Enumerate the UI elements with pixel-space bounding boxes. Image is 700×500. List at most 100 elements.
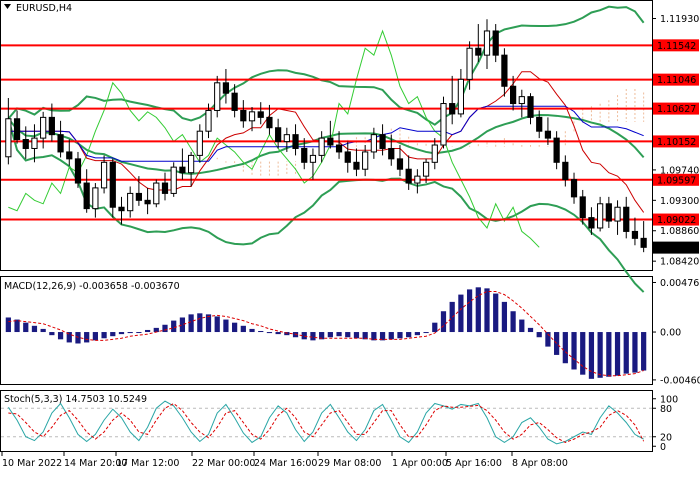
macd-bar	[240, 325, 246, 333]
candle-body	[414, 175, 421, 184]
candle-body	[449, 103, 456, 115]
candle-body	[631, 230, 639, 239]
candle-body	[457, 78, 465, 115]
x-tick-label: 8 Apr 08:00	[512, 458, 568, 469]
candle-body	[518, 96, 525, 105]
macd-bar	[327, 332, 333, 338]
macd-bar	[519, 319, 525, 333]
x-tick-label: 10 Mar 2022	[2, 458, 62, 469]
candle-body	[344, 151, 351, 163]
candle-body	[179, 166, 186, 174]
macd-bar	[475, 287, 481, 333]
macd-bar	[606, 332, 612, 377]
candle-body	[57, 134, 64, 153]
level-label: 1.09022	[657, 215, 696, 226]
macd-bar	[353, 332, 360, 339]
candle-body	[135, 192, 143, 201]
macd-bar	[101, 332, 107, 339]
candle-body	[422, 161, 430, 177]
macd-bar	[623, 332, 629, 374]
candle-body	[5, 118, 12, 158]
x-tick-label: 29 Mar 08:00	[318, 458, 381, 469]
candle-body	[301, 147, 308, 163]
candle-body	[509, 85, 517, 105]
candle-body	[187, 154, 195, 174]
candle-body	[579, 196, 586, 219]
macd-bar	[554, 332, 560, 355]
level-label: 1.10627	[657, 104, 696, 115]
level-label: 1.09597	[657, 175, 696, 186]
candle-body	[231, 92, 238, 111]
level-label: 1.11542	[657, 41, 696, 52]
macd-bar	[414, 332, 420, 336]
candle-body	[196, 130, 203, 156]
candle-body	[570, 179, 578, 198]
x-tick-label: 22 Mar 00:00	[192, 458, 255, 469]
stoch-title: Stoch(5,3,3) 14.7503 10.5249	[4, 394, 147, 405]
macd-bar	[423, 332, 429, 334]
macd-bar	[484, 288, 490, 333]
macd-bar	[258, 331, 264, 333]
macd-bar	[571, 332, 577, 370]
macd-bar	[23, 322, 29, 333]
candle-body	[161, 182, 169, 194]
macd-bar	[432, 322, 438, 333]
macd-tick-label: -0.004601	[660, 375, 700, 386]
macd-bar	[31, 325, 38, 333]
macd-title: MACD(12,26,9) -0.003658 -0.003670	[4, 281, 180, 292]
candle-body	[492, 30, 499, 56]
candle-body	[597, 203, 604, 229]
x-tick-label: 1 Apr 00:00	[392, 458, 448, 469]
candle-body	[66, 151, 73, 160]
macd-bar	[49, 332, 55, 336]
macd-bar	[5, 317, 11, 333]
candle-body	[544, 130, 552, 139]
macd-bar	[197, 313, 203, 333]
macd-bar	[641, 332, 647, 371]
macd-bar	[57, 332, 64, 340]
price-tick-label: 1.08860	[660, 226, 699, 237]
candle-body	[283, 134, 290, 143]
macd-bar	[84, 332, 90, 343]
macd-tick-label: 0.004765	[660, 278, 700, 289]
candle-body	[83, 182, 90, 210]
price-tick-label: 1.11930	[660, 14, 699, 25]
candle-body	[266, 116, 273, 129]
macd-bar	[536, 332, 542, 338]
candle-body	[475, 47, 482, 56]
macd-bar	[153, 327, 159, 333]
macd-bar	[14, 319, 20, 333]
macd-bar	[345, 332, 351, 338]
macd-bar	[562, 332, 568, 364]
macd-bar	[388, 332, 394, 340]
macd-bar	[580, 332, 586, 375]
price-tick-label: 1.09300	[660, 196, 699, 207]
stoch-tick-label: 0	[660, 442, 666, 453]
price-title: EURUSD,H4	[16, 3, 72, 14]
x-tick-label: 24 Mar 16:00	[254, 458, 317, 469]
macd-bar	[527, 327, 534, 333]
macd-bar	[214, 316, 220, 333]
macd-bar	[597, 332, 603, 378]
candle-body	[440, 103, 447, 146]
candle-body	[527, 96, 534, 118]
macd-bar	[110, 332, 116, 337]
candle-body	[144, 199, 151, 205]
macd-bar	[310, 332, 316, 341]
candle-body	[92, 187, 99, 210]
candle-body	[153, 182, 160, 205]
macd-bar	[397, 332, 403, 339]
stoch-tick-label: 80	[660, 404, 672, 415]
macd-tick-label: 0.00	[660, 328, 681, 339]
candle-body	[379, 134, 386, 149]
candle-body	[388, 147, 395, 160]
candle-body	[222, 82, 230, 94]
macd-panel	[0, 276, 653, 385]
macd-bar	[136, 332, 142, 334]
candle-body	[127, 192, 134, 212]
candle-body	[74, 158, 82, 184]
macd-bar	[171, 320, 177, 333]
macd-bar	[179, 317, 186, 333]
macd-bar	[406, 332, 412, 338]
price-panel	[0, 0, 653, 271]
